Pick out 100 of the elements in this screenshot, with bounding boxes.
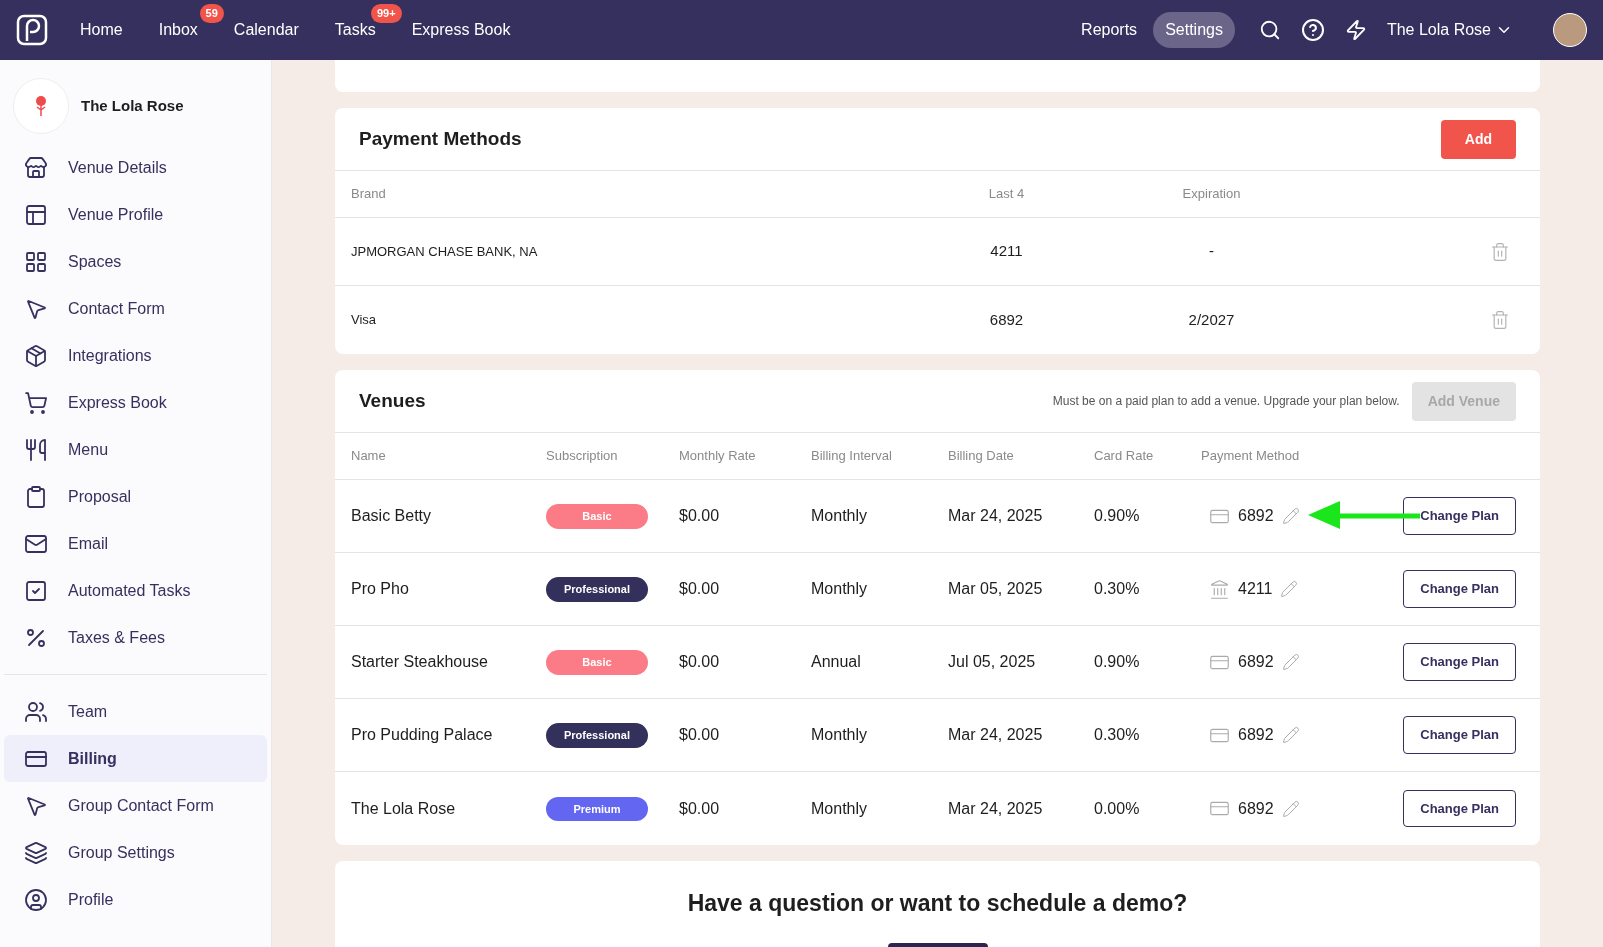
column-header: Expiration — [1181, 185, 1242, 204]
table-cell-text: $0.00 — [679, 725, 721, 745]
edit-icon[interactable] — [1281, 799, 1300, 818]
table-cell-text: $0.00 — [679, 506, 721, 526]
column-header: Subscription — [546, 447, 619, 466]
card-title: Venues — [359, 388, 427, 413]
nav-tab[interactable]: Settings — [1153, 12, 1235, 48]
change-plan-button[interactable]: Change Plan — [1403, 716, 1516, 754]
table-cell-text: JPMORGAN CHASE BANK, NA — [351, 242, 539, 261]
nav-link[interactable]: Calendar — [233, 21, 299, 38]
clipboard-icon — [24, 484, 48, 509]
table-cell-text: $0.00 — [679, 652, 721, 672]
checkbox-icon — [24, 578, 48, 603]
table-cell-text: Mar 05, 2025 — [948, 579, 1044, 599]
plan-badge: Professional — [546, 723, 648, 748]
nav-link[interactable]: Home — [80, 21, 123, 38]
upgrade-note: Must be on a paid plan to add a venue. Upgrade your plan below. — [1052, 393, 1400, 410]
table-cell-text: 0.90% — [1094, 652, 1141, 672]
sidebar-item[interactable]: Team — [4, 688, 267, 735]
table-cell-text: 2/2027 — [1187, 309, 1236, 330]
bank-icon — [1209, 578, 1230, 600]
plan-badge: Basic — [546, 650, 648, 675]
sidebar-item[interactable]: Billing — [4, 735, 267, 782]
table-cell-text: - — [1208, 241, 1215, 262]
table-cell-text: Pro Pho — [351, 579, 410, 599]
table-cell-text: Jul 05, 2025 — [948, 652, 1037, 672]
lightning-icon[interactable] — [1344, 19, 1367, 41]
table-cell-text: Annual — [811, 652, 862, 672]
edit-icon[interactable] — [1280, 580, 1299, 598]
table-cell-text: 4211 — [989, 241, 1024, 262]
count-badge: 59 — [199, 4, 224, 23]
column-header: Billing Interval — [811, 447, 893, 466]
nav-tab[interactable]: Reports — [1069, 12, 1150, 48]
sidebar-item[interactable]: Email — [4, 520, 267, 567]
column-header: Payment Method — [1201, 447, 1301, 466]
demo-heading: Have a question or want to schedule a demo? — [687, 889, 1188, 918]
column-header: Brand — [351, 185, 387, 204]
sidebar-item[interactable]: Integrations — [4, 332, 267, 379]
trash-icon[interactable] — [1490, 241, 1510, 262]
column-header: Monthly Rate — [679, 447, 757, 466]
sidebar-item[interactable]: Automated Tasks — [4, 567, 267, 614]
table-cell-text: Mar 24, 2025 — [948, 506, 1044, 526]
table-cell-text: 6892 — [1238, 506, 1274, 526]
search-icon[interactable] — [1258, 19, 1281, 41]
table-cell-text: Mar 24, 2025 — [948, 725, 1044, 745]
sidebar-item[interactable]: Contact Form — [4, 285, 267, 332]
table-cell-text: Starter Steakhouse — [351, 652, 489, 672]
nav-link[interactable]: Express Book — [411, 21, 511, 38]
logo-icon[interactable] — [16, 14, 48, 46]
utensils-icon — [24, 437, 48, 462]
change-plan-button[interactable]: Change Plan — [1403, 570, 1516, 608]
table-cell-text: Visa — [351, 311, 378, 330]
venue-name: The Lola Rose — [81, 95, 184, 116]
table-cell-text: 0.30% — [1094, 579, 1141, 599]
trash-icon[interactable] — [1490, 310, 1510, 330]
table-cell-text: $0.00 — [679, 579, 721, 599]
table-cell-text: 0.30% — [1094, 725, 1141, 745]
user-circle-icon — [24, 887, 48, 912]
sidebar-item[interactable]: Group Contact Form — [4, 782, 267, 829]
layout-icon — [24, 202, 48, 227]
change-plan-button[interactable]: Change Plan — [1403, 497, 1516, 535]
table-cell-text: Monthly — [811, 725, 869, 745]
edit-icon[interactable] — [1281, 726, 1300, 744]
column-header: Last 4 — [987, 185, 1026, 204]
sidebar-item[interactable]: Group Settings — [4, 829, 267, 876]
edit-icon[interactable] — [1281, 507, 1300, 525]
sidebar-item[interactable]: Menu — [4, 426, 267, 473]
account-menu[interactable]: The Lola Rose — [1386, 18, 1513, 42]
table-cell-text: $0.00 — [679, 798, 721, 819]
venue-logo — [13, 78, 69, 134]
sidebar-item[interactable]: Profile — [4, 876, 267, 923]
plan-badge: Basic — [546, 504, 648, 529]
avatar[interactable] — [1553, 13, 1587, 47]
column-header: Name — [351, 447, 387, 466]
users-icon — [24, 699, 48, 724]
sidebar-item[interactable]: Venue Details — [4, 144, 267, 191]
table-cell-text: Monthly — [811, 798, 869, 819]
count-badge: 99+ — [371, 4, 402, 23]
sidebar-item[interactable]: Spaces — [4, 238, 267, 285]
plan-badge: Premium — [546, 796, 648, 822]
table-cell-text: Monthly — [811, 579, 869, 599]
table-cell-text: 0.90% — [1094, 506, 1141, 526]
sidebar-item[interactable]: Proposal — [4, 473, 267, 520]
layers-icon — [24, 840, 48, 865]
box-icon — [24, 343, 48, 368]
store-icon — [24, 155, 48, 180]
sidebar-item[interactable]: Venue Profile — [4, 191, 267, 238]
table-cell-text: Basic Betty — [351, 506, 433, 526]
help-icon[interactable] — [1300, 18, 1325, 42]
edit-icon[interactable] — [1281, 653, 1300, 671]
sidebar-item[interactable]: Taxes & Fees — [4, 614, 267, 661]
plan-badge: Professional — [546, 577, 648, 602]
change-plan-button[interactable]: Change Plan — [1403, 789, 1516, 828]
change-plan-button[interactable]: Change Plan — [1403, 643, 1516, 681]
table-cell-text: The Lola Rose — [351, 798, 457, 819]
sidebar-item[interactable]: Express Book — [4, 379, 267, 426]
nav-link[interactable]: Inbox — [158, 21, 198, 38]
nav-link[interactable]: Tasks — [334, 21, 376, 38]
table-cell-text: 0.00% — [1094, 798, 1141, 819]
card-title: Payment Methods — [359, 126, 522, 151]
